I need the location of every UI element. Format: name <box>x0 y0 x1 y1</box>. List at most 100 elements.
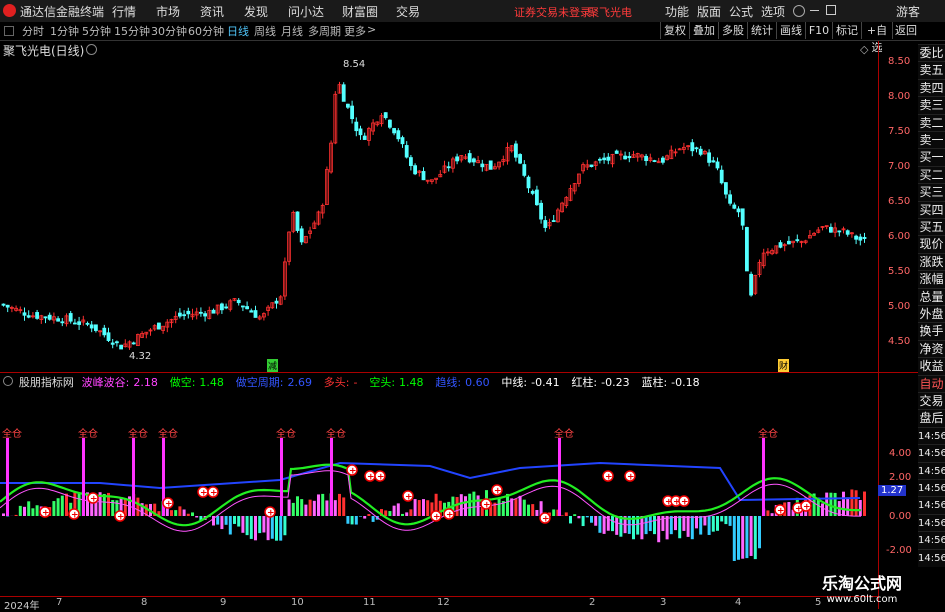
menu-news[interactable]: 资讯 <box>200 3 224 20</box>
maximize-icon[interactable] <box>826 5 836 15</box>
indicator-bar <box>514 499 517 516</box>
tab-15min[interactable]: 15分钟 <box>114 23 150 39</box>
candle-body <box>514 144 517 157</box>
candle-body <box>447 167 450 168</box>
side-label-0: 委比 <box>918 44 945 62</box>
indicator-bar <box>754 516 757 559</box>
btn-multi-stock[interactable]: 多股 <box>718 22 747 39</box>
menu-layout[interactable]: 版面 <box>697 3 721 20</box>
tab-scroll-left-icon[interactable] <box>4 26 14 36</box>
menu-trade[interactable]: 交易 <box>396 3 420 20</box>
indicator-bar <box>729 516 732 526</box>
side-label-19[interactable]: 自动 <box>918 375 945 393</box>
price-tick-600: 6.00 <box>888 231 910 242</box>
btn-add-favorite[interactable]: +自选 <box>861 22 892 39</box>
indicator-bar <box>372 516 375 522</box>
indicator-bar <box>414 499 417 516</box>
tab-5min[interactable]: 5分钟 <box>82 23 111 39</box>
finance-marker[interactable]: 财 <box>778 359 789 372</box>
candle-body <box>863 237 866 238</box>
side-label-6: 买一 <box>918 148 945 166</box>
btn-restore-rights[interactable]: 复权 <box>660 22 689 39</box>
user-name[interactable]: 游客 <box>896 3 920 20</box>
side-label-14: 总量 <box>918 288 945 306</box>
menu-market[interactable]: 市场 <box>156 3 180 20</box>
indicator-bar <box>615 516 618 535</box>
btn-f10[interactable]: F10 <box>805 22 832 39</box>
full-position-spike <box>132 438 135 516</box>
stock-link[interactable]: 聚飞光电 <box>588 4 632 20</box>
time-label-aug: 8 <box>141 597 147 608</box>
candle-body <box>61 322 64 323</box>
candle-body <box>855 236 858 239</box>
candle-body <box>57 319 60 321</box>
btn-statistics[interactable]: 统计 <box>747 22 776 39</box>
btn-back[interactable]: 返回 <box>892 22 919 39</box>
menu-ask[interactable]: 问小达 <box>288 3 324 20</box>
indicator-bar <box>653 516 656 534</box>
indicator-current-value: 1.27 <box>878 485 906 496</box>
indicator-settings-icon[interactable] <box>3 376 13 386</box>
candle-body <box>737 209 740 212</box>
indicator-bar <box>573 514 576 516</box>
indicator-bar <box>246 516 249 535</box>
time-label-may: 5 <box>815 597 821 608</box>
indicator-bar <box>586 516 589 517</box>
full-position-spike <box>280 438 283 516</box>
candle-body <box>48 315 51 319</box>
user-icon[interactable] <box>793 5 805 17</box>
indicator-bar <box>821 503 824 516</box>
tab-60min[interactable]: 60分钟 <box>188 23 224 39</box>
candle-body <box>838 231 841 232</box>
indicator-bar <box>61 496 64 516</box>
side-label-21[interactable]: 盘后 <box>918 409 945 427</box>
tab-weekly[interactable]: 周线 <box>254 23 276 39</box>
time-label-feb: 2 <box>589 597 595 608</box>
tab-1min[interactable]: 1分钟 <box>50 23 79 39</box>
tab-timeshare[interactable]: 分时 <box>22 23 44 39</box>
btn-mark[interactable]: 标记 <box>832 22 861 39</box>
indicator-bar <box>523 500 526 516</box>
candle-body <box>397 131 400 139</box>
more-chevron-icon[interactable]: > <box>367 23 376 36</box>
btn-overlay[interactable]: 叠加 <box>689 22 718 39</box>
menu-options[interactable]: 选项 <box>761 3 785 20</box>
buy-signal-mark: + <box>803 503 811 513</box>
time-label-dec: 12 <box>437 597 450 608</box>
login-notice[interactable]: 证券交易未登录 <box>514 4 591 20</box>
candle-body <box>44 317 47 318</box>
price-tick-850: 8.50 <box>888 56 910 67</box>
side-label-20[interactable]: 交易 <box>918 392 945 410</box>
candle-body <box>712 161 715 162</box>
tab-monthly[interactable]: 月线 <box>281 23 303 39</box>
full-position-label: 全仓 <box>2 427 22 440</box>
indicator-bar <box>678 516 681 538</box>
candle-body <box>115 342 118 343</box>
candle-body <box>187 311 190 314</box>
menu-wealth[interactable]: 财富圈 <box>342 3 378 20</box>
candle-body <box>86 323 89 324</box>
buy-signal-mark: + <box>542 515 550 525</box>
indicator-bar <box>241 516 244 533</box>
indicator-bar <box>367 514 370 516</box>
tab-multi-period[interactable]: 多周期 <box>308 23 341 39</box>
indicator-bar <box>565 512 568 516</box>
tab-30min[interactable]: 30分钟 <box>151 23 187 39</box>
side-label-17: 净资 <box>918 340 945 358</box>
indicator-bar <box>296 496 299 516</box>
menu-function[interactable]: 功能 <box>665 3 689 20</box>
tab-more[interactable]: 更多 <box>344 23 366 39</box>
minimize-icon[interactable] <box>810 10 819 11</box>
menu-quotes[interactable]: 行情 <box>112 3 136 20</box>
menu-discover[interactable]: 发现 <box>244 3 268 20</box>
candle-body <box>388 120 391 127</box>
indicator-bar <box>859 500 862 516</box>
side-label-1: 卖五 <box>918 61 945 79</box>
btn-draw-line[interactable]: 画线 <box>776 22 805 39</box>
reduction-marker[interactable]: 减 <box>267 359 278 372</box>
buy-signal-mark: + <box>483 501 491 511</box>
tab-daily[interactable]: 日线 <box>227 23 249 39</box>
indicator-bar <box>65 494 68 516</box>
menu-formula[interactable]: 公式 <box>729 3 753 20</box>
candle-body <box>544 221 547 228</box>
